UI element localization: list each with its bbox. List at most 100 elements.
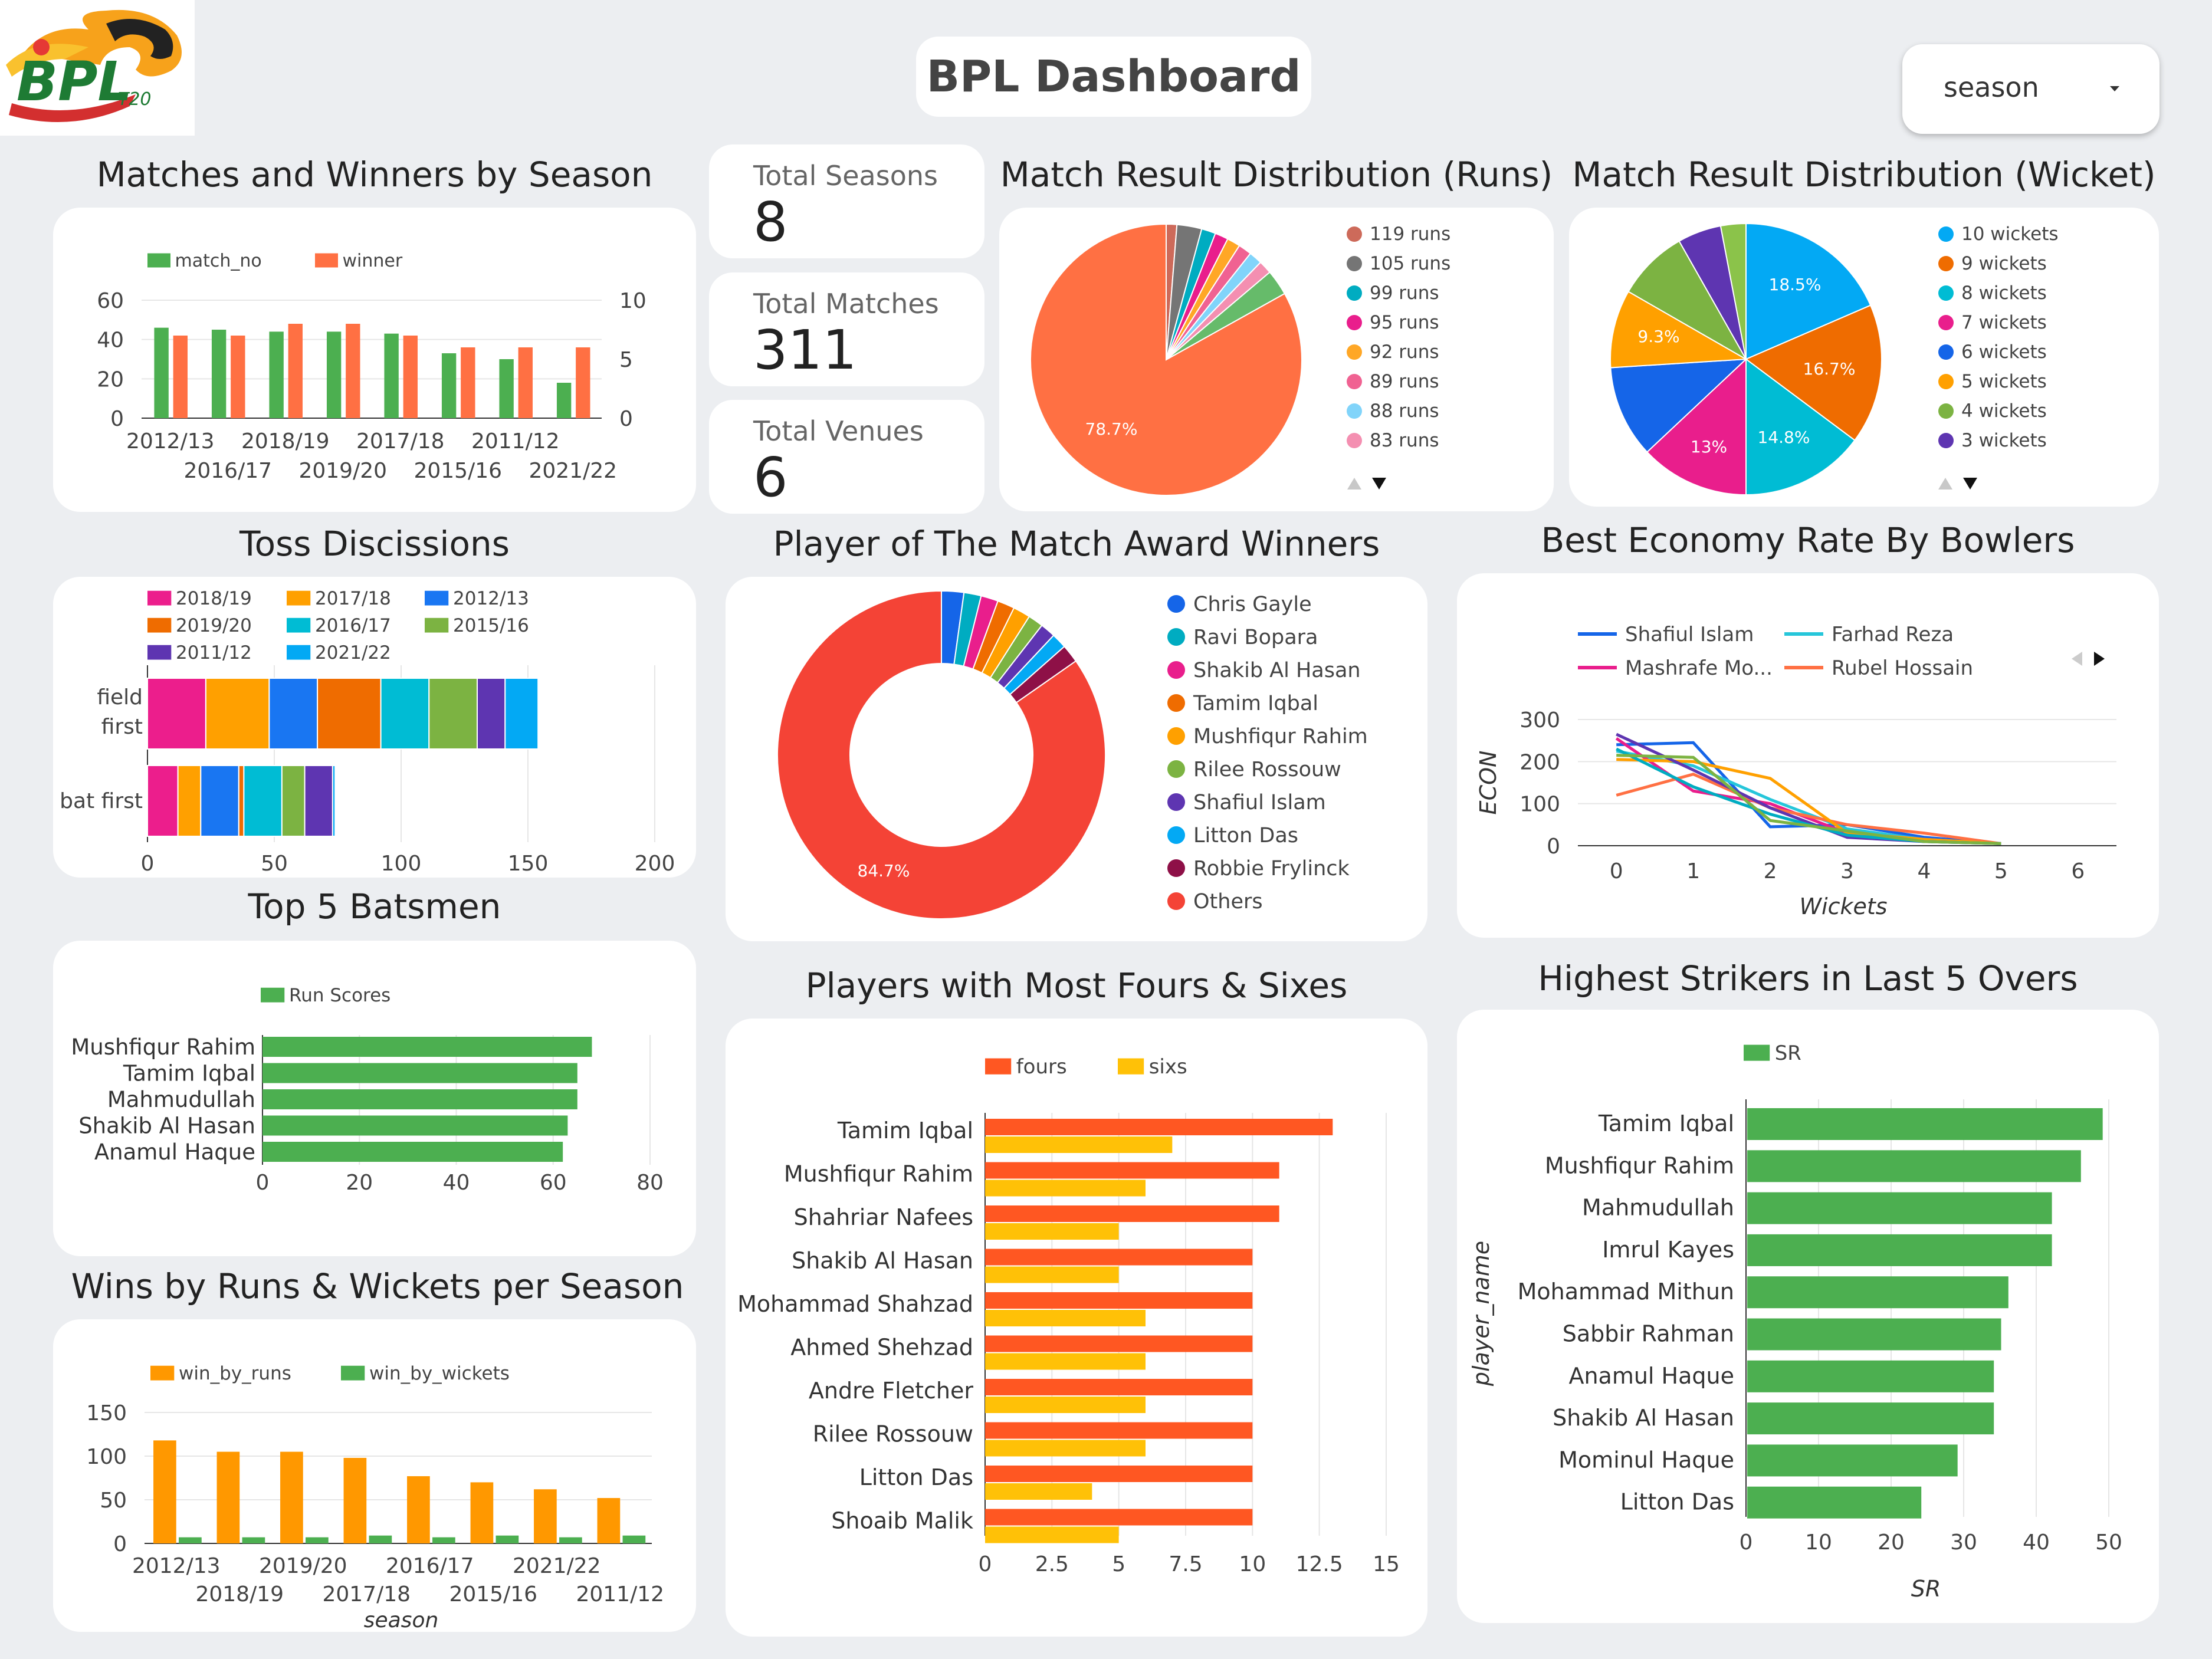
- legend-marker: [1167, 727, 1185, 745]
- bar: [985, 1249, 1253, 1266]
- bar: [985, 1509, 1253, 1526]
- bar: [231, 336, 245, 418]
- bar: [326, 331, 342, 418]
- matches-winners-chart: match_no winner 0 20 40 60 0 5 10 2012/13 2016/17 2…: [97, 251, 646, 483]
- x-tick-label: 2019/20: [259, 1554, 347, 1578]
- legend-label: 2016/17: [315, 615, 391, 636]
- potm-title: Player of The Match Award Winners: [773, 524, 1380, 564]
- bar: [985, 1483, 1092, 1500]
- y-tick-label: 150: [86, 1401, 127, 1425]
- legend-swatch: [147, 253, 170, 268]
- wkts-dist-card: 18.5% 16.7% 14.8% 13% 9.3% 10 wickets 9 wicket…: [1569, 208, 2159, 507]
- x-tick-label: 6: [2071, 859, 2085, 883]
- x-tick-label: 5: [1994, 859, 2008, 883]
- bar-segment: [281, 765, 306, 837]
- wkts-dist-chart: 18.5% 16.7% 14.8% 13% 9.3% 10 wickets 9 wicket…: [1610, 222, 2059, 496]
- legend-swatch: [150, 1365, 175, 1381]
- bar: [407, 1476, 430, 1543]
- x-tick-label: 2015/16: [449, 1582, 537, 1607]
- legend-label: 88 runs: [1370, 400, 1439, 422]
- bar: [173, 336, 188, 418]
- x-tick-label: 2017/18: [356, 429, 445, 454]
- legend-label: 89 runs: [1370, 371, 1439, 392]
- legend-swatch: [425, 590, 449, 606]
- page-title: BPL Dashboard: [916, 37, 1311, 117]
- legend-label: 2019/20: [176, 615, 252, 636]
- legend-label: 2018/19: [176, 588, 252, 609]
- y-axis-title: ECON: [1475, 751, 1501, 815]
- bar-segment: [504, 678, 539, 750]
- wins-season-title: Wins by Runs & Wickets per Season: [71, 1266, 684, 1306]
- y-tick-label: 0: [110, 407, 124, 431]
- strikers-card: SR 0 10 20 30 40 50 Tamim Iqbal Mushfiqur Rahim M…: [1457, 1010, 2159, 1623]
- y-tick-label: first: [101, 715, 143, 739]
- kpi-label: Total Venues: [753, 415, 924, 447]
- y-tick-label: 100: [86, 1445, 127, 1469]
- bar: [495, 1535, 519, 1543]
- bar: [441, 353, 457, 418]
- bar: [153, 1440, 176, 1543]
- legend-label: Others: [1193, 890, 1263, 914]
- legend-next-icon[interactable]: [2088, 647, 2112, 671]
- bar: [280, 1451, 303, 1543]
- legend-label: 83 runs: [1370, 430, 1439, 451]
- bar: [403, 336, 418, 418]
- bar: [985, 1379, 1253, 1395]
- y-tick-label: Mahmudullah: [107, 1087, 255, 1112]
- legend-marker: [1347, 256, 1362, 271]
- bar: [1747, 1360, 1994, 1392]
- kpi-value: 8: [753, 190, 788, 254]
- kpi-total-matches: Total Matches 311: [709, 272, 984, 386]
- legend-marker: [1347, 226, 1362, 242]
- legend-marker: [1167, 595, 1185, 613]
- data-label: 78.7%: [1085, 419, 1138, 439]
- y-tick-label: bat first: [60, 789, 143, 813]
- legend-label: 99 runs: [1370, 282, 1439, 304]
- series-line: [1616, 750, 2001, 845]
- bar-segment: [200, 765, 239, 837]
- kpi-label: Total Matches: [753, 288, 939, 320]
- legend-label: 2015/16: [453, 615, 529, 636]
- bar: [985, 1162, 1279, 1179]
- y-tick-label: 60: [97, 289, 124, 313]
- runs-dist-chart: 78.7% 119 runs 105 runs 99 runs 95 runs 92 ru…: [1030, 223, 1450, 496]
- bar-segment: [243, 765, 283, 837]
- legend-label: sixs: [1149, 1055, 1187, 1079]
- legend-label: win_by_wickets: [369, 1363, 510, 1384]
- economy-card: Shafiul Islam Farhad Reza Mashrafe Mo... Ru…: [1457, 573, 2159, 938]
- data-label: 18.5%: [1769, 275, 1822, 294]
- wkts-dist-title: Match Result Distribution (Wicket): [1572, 155, 2156, 195]
- kpi-total-seasons: Total Seasons 8: [709, 144, 984, 258]
- bar-segment: [205, 678, 270, 750]
- legend-prev-icon[interactable]: [2065, 647, 2088, 671]
- y-tick-label: Mushfiqur Rahim: [1545, 1152, 1734, 1178]
- bar: [269, 331, 284, 418]
- kpi-label: Total Seasons: [753, 160, 938, 192]
- legend-marker: [1167, 628, 1185, 646]
- legend-marker: [1938, 433, 1954, 448]
- bar: [1747, 1234, 2052, 1266]
- y-tick-label: Tamim Iqbal: [123, 1061, 255, 1086]
- y-tick-label: Andre Fletcher: [809, 1378, 973, 1404]
- x-tick-label: 50: [2095, 1530, 2122, 1555]
- legend-marker: [1167, 661, 1185, 679]
- bar: [306, 1537, 329, 1543]
- season-filter-dropdown[interactable]: season: [1902, 44, 2160, 134]
- legend-swatch: [985, 1058, 1012, 1075]
- data-label: 14.8%: [1758, 428, 1810, 447]
- bar-segment: [317, 678, 382, 750]
- kpi-value: 311: [753, 318, 857, 382]
- legend-label: winner: [343, 251, 403, 271]
- legend-next-icon: [1963, 478, 1977, 490]
- legend-swatch: [147, 617, 172, 633]
- legend-marker: [1167, 694, 1185, 712]
- y-tick-label: Ahmed Shehzad: [790, 1335, 973, 1361]
- data-label: 84.7%: [858, 861, 910, 881]
- legend-marker: [1938, 285, 1954, 301]
- bar-segment: [177, 765, 202, 837]
- data-label: 13%: [1691, 437, 1727, 456]
- legend-label: match_no: [175, 251, 262, 271]
- bar: [216, 1451, 240, 1543]
- y-tick-label: Mushfiqur Rahim: [71, 1034, 255, 1060]
- x-tick-label: 60: [540, 1171, 567, 1195]
